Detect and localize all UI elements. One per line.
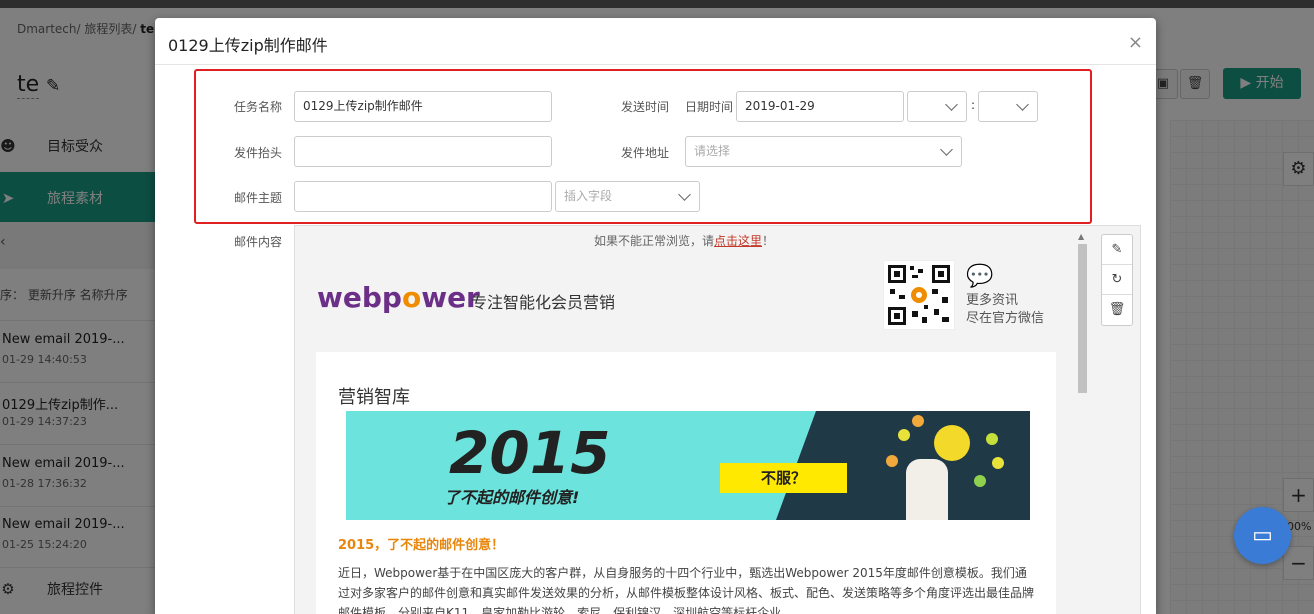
header-input[interactable] — [294, 136, 552, 167]
modal-title: 0129上传zip制作邮件 — [168, 36, 328, 55]
banner-subtitle: 了不起的邮件创意! — [444, 488, 580, 507]
address-label: 发件地址 — [621, 146, 670, 160]
time-separator: : — [971, 98, 976, 112]
click-here-link[interactable]: 点击这里 — [714, 234, 762, 248]
minute-select[interactable] — [978, 91, 1038, 122]
content-label: 邮件内容 — [234, 235, 283, 249]
header-label: 发件抬头 — [234, 146, 283, 160]
banner-badge: 不服？ — [720, 463, 847, 493]
task-name-input[interactable]: 0129上传zip制作邮件 — [294, 91, 552, 122]
email-modal: 0129上传zip制作邮件 × 任务名称 0129上传zip制作邮件 发送时间 … — [155, 18, 1156, 614]
hour-select[interactable] — [907, 91, 967, 122]
article-body: 近日，Webpower基于在中国区庞大的客户群，从自身服务的十四个行业中，甄选出… — [338, 566, 1035, 614]
refresh-icon[interactable]: ↻ — [1102, 265, 1132, 295]
subject-label: 邮件主题 — [234, 191, 283, 205]
edit-icon[interactable]: ✎ — [1102, 235, 1132, 265]
datetime-label: 日期时间 — [685, 100, 734, 114]
task-name-label: 任务名称 — [234, 100, 283, 114]
preheader: 如果不能正常浏览，请点击这里！ — [593, 234, 775, 248]
insert-field-select[interactable]: 插入字段 — [555, 181, 700, 212]
top-bar — [0, 0, 1314, 8]
article-title: 2015，了不起的邮件创意！ — [338, 538, 505, 553]
banner-image: 2015 了不起的邮件创意! 不服？ — [346, 411, 1030, 520]
slogan: 专注智能化会员营销 — [471, 293, 616, 312]
section-title: 营销智库 — [338, 387, 410, 408]
qr-code-icon — [883, 260, 955, 330]
wechat-text-1: 更多资讯 — [966, 293, 1019, 308]
chat-icon[interactable]: ▭ — [1234, 507, 1291, 564]
date-input[interactable]: 2019-01-29 — [736, 91, 904, 122]
preview-scrollbar[interactable]: ▲ — [1075, 230, 1089, 614]
scroll-up-icon[interactable]: ▲ — [1078, 232, 1084, 241]
banner-year: 2015 — [449, 419, 611, 487]
wechat-icon: 💬 — [966, 264, 994, 289]
delete-icon[interactable]: 🗑 — [1102, 295, 1132, 325]
close-icon[interactable]: × — [1128, 32, 1143, 53]
person-figure — [906, 459, 948, 520]
address-select[interactable]: 请选择 — [685, 136, 962, 167]
lightbulb-icon — [934, 425, 970, 461]
email-card: 营销智库 2015 了不起的邮件创意! 不服？ 2015，了不起的邮件创意！ 近… — [316, 352, 1056, 614]
subject-input[interactable] — [294, 181, 552, 212]
webpower-logo: webpower — [317, 281, 480, 314]
divider — [155, 64, 1156, 65]
editor-tools: ✎ ↻ 🗑 — [1101, 234, 1133, 326]
email-preview[interactable]: 如果不能正常浏览，请点击这里！ webpower 专注智能化会员营销 💬 更多资… — [294, 225, 1141, 614]
send-time-label: 发送时间 — [621, 100, 670, 114]
wechat-text-2: 尽在官方微信 — [966, 311, 1045, 326]
